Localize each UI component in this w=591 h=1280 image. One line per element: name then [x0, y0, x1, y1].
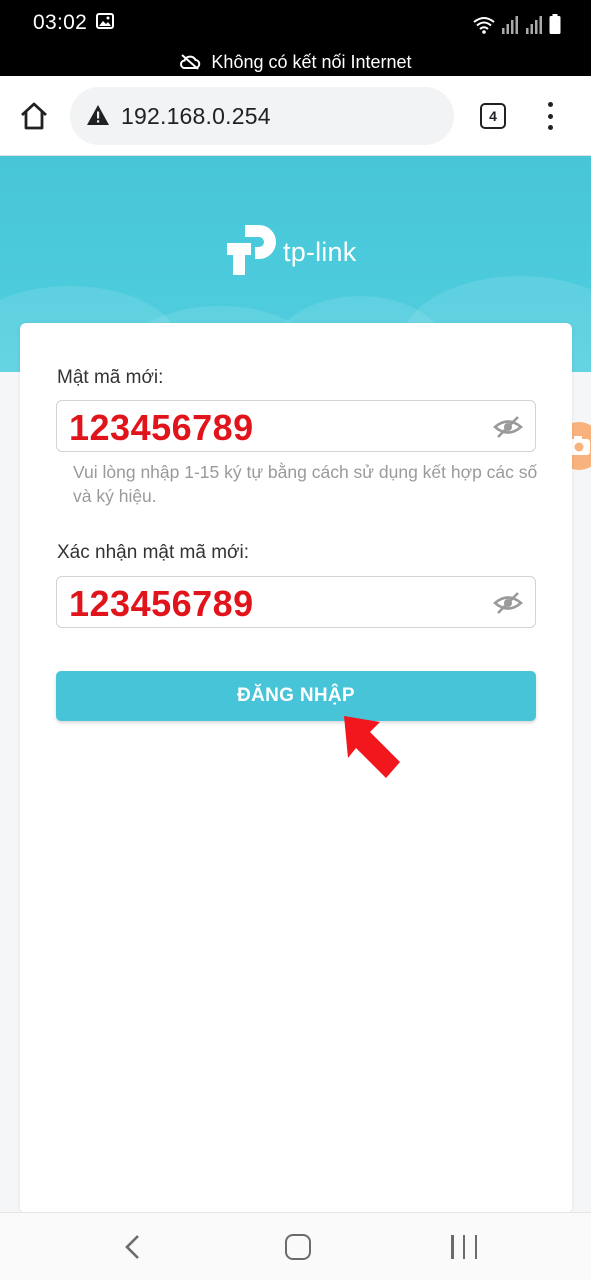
status-time: 03:02	[33, 11, 88, 34]
signal-icon	[526, 16, 542, 34]
new-password-field[interactable]: 123456789	[56, 400, 536, 452]
battery-icon	[549, 14, 561, 34]
confirm-password-field[interactable]: 123456789	[56, 576, 536, 628]
status-bar: 03:02	[0, 0, 591, 48]
login-button-label: ĐĂNG NHẬP	[237, 685, 355, 706]
password-hint: Vui lòng nhập 1-15 ký tự bằng cách sử dụ…	[73, 462, 538, 506]
system-nav-bar	[0, 1212, 591, 1280]
home-icon[interactable]	[18, 100, 50, 132]
confirm-password-label: Xác nhận mật mã mới:	[57, 542, 249, 563]
tab-switcher-button[interactable]: 4	[480, 103, 506, 129]
offline-text: Không có kết nối Internet	[211, 51, 412, 72]
offline-banner: Không có kết nối Internet	[0, 48, 591, 76]
page: 03:02 Không có kết nối Internet 192.168.…	[0, 0, 591, 1280]
new-password-label: Mật mã mới:	[57, 367, 164, 388]
back-icon[interactable]	[122, 1233, 142, 1261]
address-bar[interactable]: 192.168.0.254	[70, 87, 454, 145]
warning-icon[interactable]	[86, 104, 110, 126]
annotation-arrow-icon	[344, 716, 400, 778]
home-nav-icon[interactable]	[285, 1234, 311, 1260]
signal-icon	[502, 16, 518, 34]
tab-count: 4	[489, 108, 497, 124]
wifi-icon	[473, 17, 495, 34]
tp-link-logo-mark	[227, 225, 276, 275]
eye-off-icon[interactable]	[493, 415, 523, 439]
login-button[interactable]: ĐĂNG NHẬP	[56, 671, 536, 721]
tp-link-logo: tp-link	[225, 223, 365, 279]
image-icon	[96, 13, 114, 29]
password-form-card: Mật mã mới: 123456789 Vui lòng nhập 1-15…	[20, 323, 572, 1213]
confirm-password-value: 123456789	[69, 583, 254, 624]
logo-text: tp-link	[283, 237, 357, 267]
more-menu-icon[interactable]	[540, 98, 560, 134]
cloud-off-icon	[180, 54, 201, 70]
browser-toolbar: 192.168.0.254 4	[0, 76, 591, 156]
recents-icon[interactable]	[451, 1235, 477, 1259]
eye-off-icon[interactable]	[493, 591, 523, 615]
url-text: 192.168.0.254	[121, 103, 271, 129]
new-password-value: 123456789	[69, 407, 254, 448]
status-icons	[473, 12, 561, 34]
